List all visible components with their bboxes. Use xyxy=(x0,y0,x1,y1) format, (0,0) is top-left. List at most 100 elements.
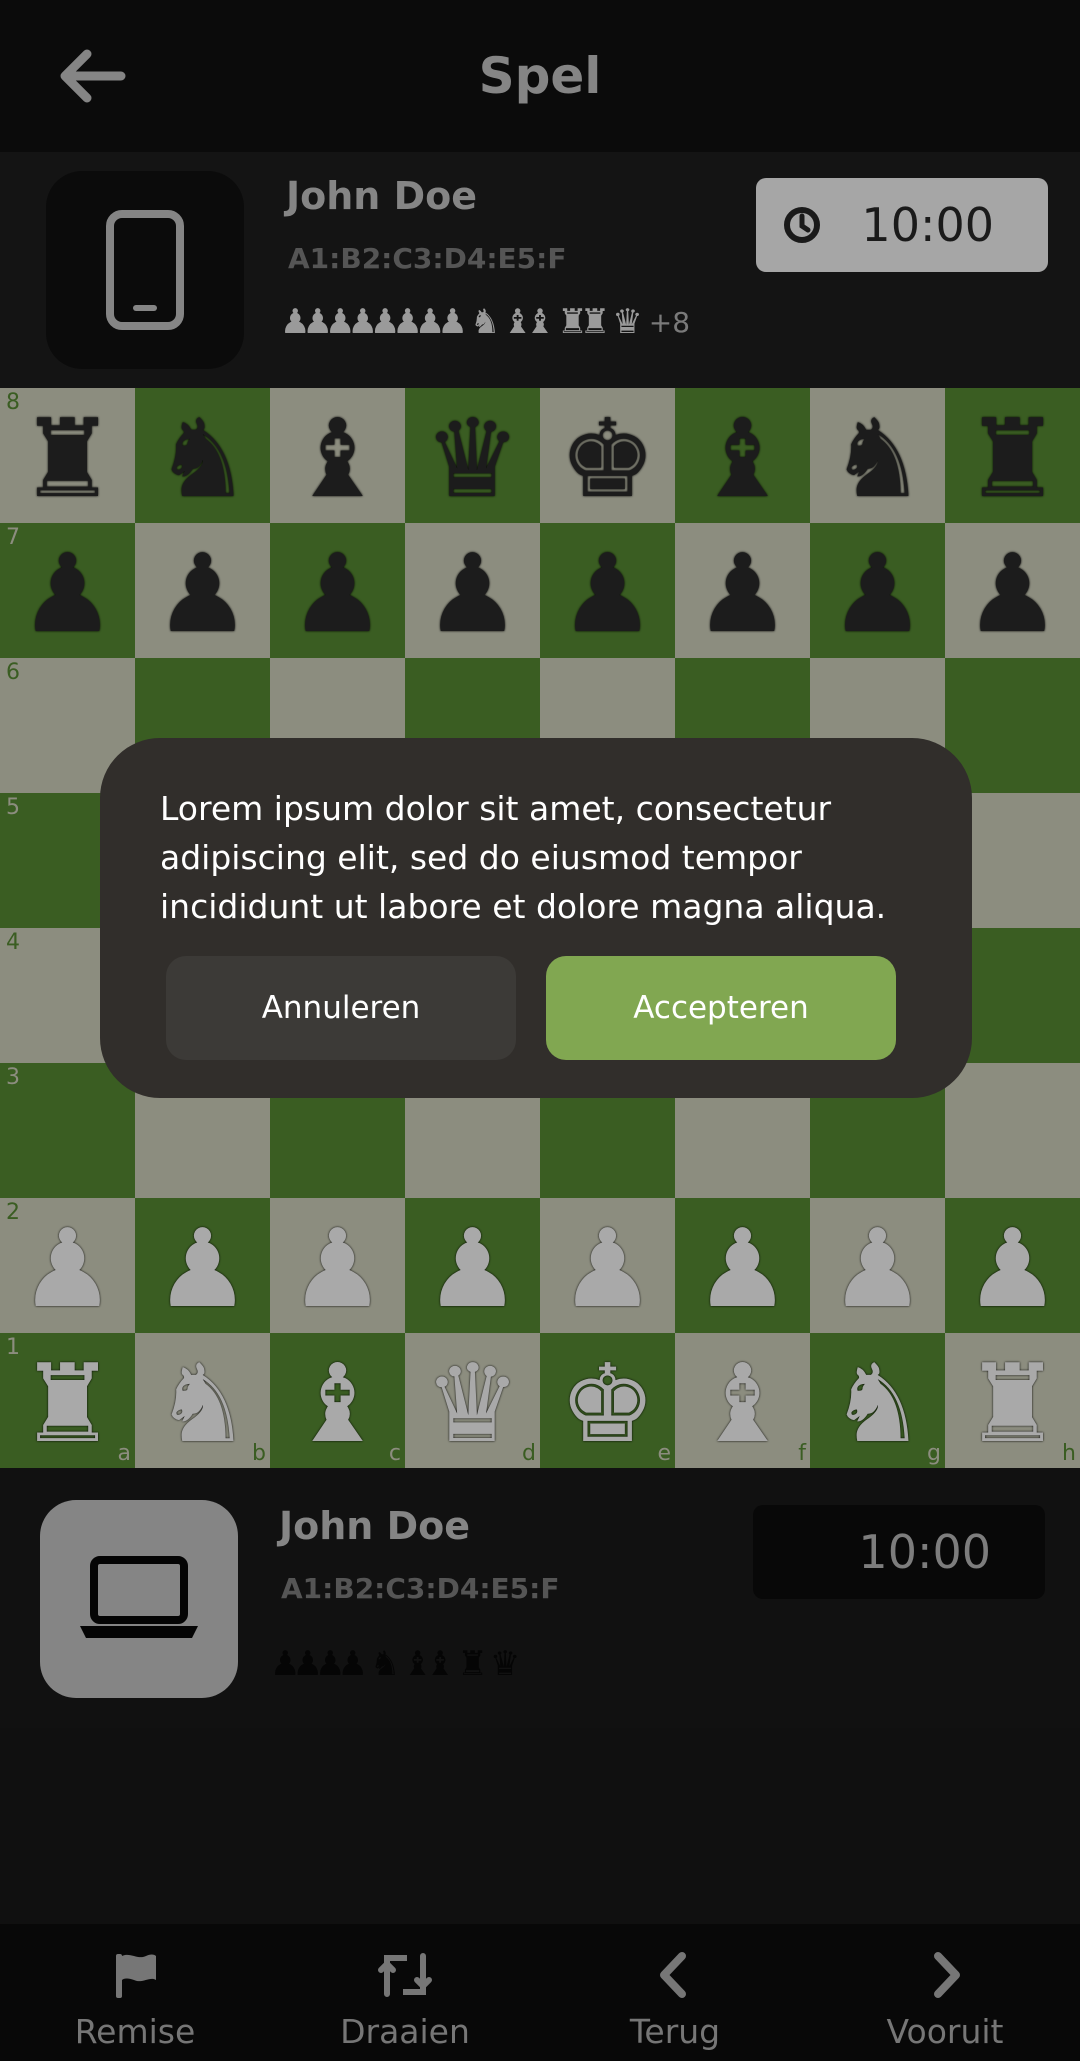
square-b1[interactable]: b ♞ xyxy=(135,1333,270,1468)
captured-knights: ♞ xyxy=(369,1644,401,1684)
captured-pawns: ♟♟♟♟ xyxy=(270,1644,368,1684)
white-bishop-piece[interactable]: ♝ xyxy=(694,1350,791,1459)
opponent-panel: John Doe A1:B2:C3:D4:E5:F ♟♟♟♟♟♟♟♟ ♞ ♝♝ … xyxy=(0,152,1080,388)
square-e8[interactable]: ♚ xyxy=(540,388,675,523)
square-e2[interactable]: ♟ xyxy=(540,1198,675,1333)
black-knight-piece[interactable]: ♞ xyxy=(829,405,926,514)
square-f8[interactable]: ♝ xyxy=(675,388,810,523)
square-d8[interactable]: ♛ xyxy=(405,388,540,523)
black-pawn-piece[interactable]: ♟ xyxy=(19,540,116,649)
square-f2[interactable]: ♟ xyxy=(675,1198,810,1333)
white-bishop-piece[interactable]: ♝ xyxy=(289,1350,386,1459)
white-king-piece[interactable]: ♚ xyxy=(559,1350,656,1459)
file-label: c xyxy=(388,1441,401,1466)
rank-label: 4 xyxy=(6,930,20,955)
black-rook-piece[interactable]: ♜ xyxy=(964,405,1061,514)
square-c1[interactable]: c ♝ xyxy=(270,1333,405,1468)
white-pawn-piece[interactable]: ♟ xyxy=(559,1215,656,1324)
captured-bishops: ♝♝ xyxy=(502,302,555,342)
black-pawn-piece[interactable]: ♟ xyxy=(964,540,1061,649)
white-pawn-piece[interactable]: ♟ xyxy=(424,1215,521,1324)
nav-vooruit[interactable]: Vooruit xyxy=(810,1924,1080,2061)
white-rook-piece[interactable]: ♜ xyxy=(964,1350,1061,1459)
player-captured-pieces: ♟♟♟♟ ♞ ♝♝ ♜ ♛ xyxy=(270,1644,521,1684)
opponent-avatar xyxy=(46,171,244,369)
black-pawn-piece[interactable]: ♟ xyxy=(559,540,656,649)
chevron-right-icon xyxy=(934,1952,960,1998)
black-bishop-piece[interactable]: ♝ xyxy=(694,405,791,514)
square-f7[interactable]: ♟ xyxy=(675,523,810,658)
nav-remise[interactable]: Remise xyxy=(0,1924,270,2061)
nav-draaien[interactable]: Draaien xyxy=(270,1924,540,2061)
rank-label: 5 xyxy=(6,795,20,820)
square-d7[interactable]: ♟ xyxy=(405,523,540,658)
nav-terug[interactable]: Terug xyxy=(540,1924,810,2061)
square-a2[interactable]: 2 ♟ xyxy=(0,1198,135,1333)
captured-rooks: ♜ xyxy=(457,1644,488,1684)
square-c7[interactable]: ♟ xyxy=(270,523,405,658)
square-b7[interactable]: ♟ xyxy=(135,523,270,658)
square-h2[interactable]: ♟ xyxy=(945,1198,1080,1333)
square-a8[interactable]: 8 ♜ xyxy=(0,388,135,523)
square-g1[interactable]: g ♞ xyxy=(810,1333,945,1468)
square-e1[interactable]: e ♚ xyxy=(540,1333,675,1468)
rank-label: 1 xyxy=(6,1335,20,1360)
player-name: John Doe xyxy=(279,1504,471,1548)
white-knight-piece[interactable]: ♞ xyxy=(829,1350,926,1459)
opponent-clock-time: 10:00 xyxy=(861,198,994,252)
smartphone-icon xyxy=(106,210,184,330)
square-b2[interactable]: ♟ xyxy=(135,1198,270,1333)
square-e7[interactable]: ♟ xyxy=(540,523,675,658)
clock-icon xyxy=(784,207,820,243)
accept-button[interactable]: Accepteren xyxy=(546,956,896,1060)
black-pawn-piece[interactable]: ♟ xyxy=(289,540,386,649)
black-queen-piece[interactable]: ♛ xyxy=(424,405,521,514)
square-d1[interactable]: d ♛ xyxy=(405,1333,540,1468)
black-knight-piece[interactable]: ♞ xyxy=(154,405,251,514)
black-bishop-piece[interactable]: ♝ xyxy=(289,405,386,514)
white-rook-piece[interactable]: ♜ xyxy=(19,1350,116,1459)
white-pawn-piece[interactable]: ♟ xyxy=(964,1215,1061,1324)
square-d2[interactable]: ♟ xyxy=(405,1198,540,1333)
square-c2[interactable]: ♟ xyxy=(270,1198,405,1333)
captured-queen: ♛ xyxy=(489,1644,521,1684)
square-h1[interactable]: h ♜ xyxy=(945,1333,1080,1468)
square-g2[interactable]: ♟ xyxy=(810,1198,945,1333)
black-rook-piece[interactable]: ♜ xyxy=(19,405,116,514)
square-a3[interactable]: 3 xyxy=(0,1063,135,1198)
nav-label: Draaien xyxy=(340,2012,470,2051)
dialog-message: Lorem ipsum dolor sit amet, consectetur … xyxy=(160,789,887,926)
cancel-button[interactable]: Annuleren xyxy=(166,956,516,1060)
rank-label: 8 xyxy=(6,390,20,415)
square-g7[interactable]: ♟ xyxy=(810,523,945,658)
square-a7[interactable]: 7 ♟ xyxy=(0,523,135,658)
black-pawn-piece[interactable]: ♟ xyxy=(424,540,521,649)
white-pawn-piece[interactable]: ♟ xyxy=(289,1215,386,1324)
player-panel: John Doe A1:B2:C3:D4:E5:F ♟♟♟♟ ♞ ♝♝ ♜ ♛ … xyxy=(0,1468,1080,1728)
white-queen-piece[interactable]: ♛ xyxy=(424,1350,521,1459)
white-pawn-piece[interactable]: ♟ xyxy=(19,1215,116,1324)
file-label: b xyxy=(252,1441,266,1466)
captured-pawns: ♟♟♟♟♟♟♟♟ xyxy=(280,302,468,342)
square-b8[interactable]: ♞ xyxy=(135,388,270,523)
opponent-captured-pieces: ♟♟♟♟♟♟♟♟ ♞ ♝♝ ♜♜ ♛ +8 xyxy=(280,302,690,342)
black-pawn-piece[interactable]: ♟ xyxy=(829,540,926,649)
black-king-piece[interactable]: ♚ xyxy=(559,405,656,514)
white-knight-piece[interactable]: ♞ xyxy=(154,1350,251,1459)
square-a1[interactable]: 1 a ♜ xyxy=(0,1333,135,1468)
white-pawn-piece[interactable]: ♟ xyxy=(829,1215,926,1324)
white-pawn-piece[interactable]: ♟ xyxy=(694,1215,791,1324)
black-pawn-piece[interactable]: ♟ xyxy=(154,540,251,649)
square-f1[interactable]: f ♝ xyxy=(675,1333,810,1468)
square-c8[interactable]: ♝ xyxy=(270,388,405,523)
nav-label: Terug xyxy=(629,2012,721,2051)
square-h3[interactable] xyxy=(945,1063,1080,1198)
square-g8[interactable]: ♞ xyxy=(810,388,945,523)
square-h8[interactable]: ♜ xyxy=(945,388,1080,523)
black-pawn-piece[interactable]: ♟ xyxy=(694,540,791,649)
white-pawn-piece[interactable]: ♟ xyxy=(154,1215,251,1324)
player-avatar xyxy=(40,1500,238,1698)
page-title: Spel xyxy=(478,47,602,105)
square-h7[interactable]: ♟ xyxy=(945,523,1080,658)
chevron-left-icon xyxy=(660,1952,686,1998)
